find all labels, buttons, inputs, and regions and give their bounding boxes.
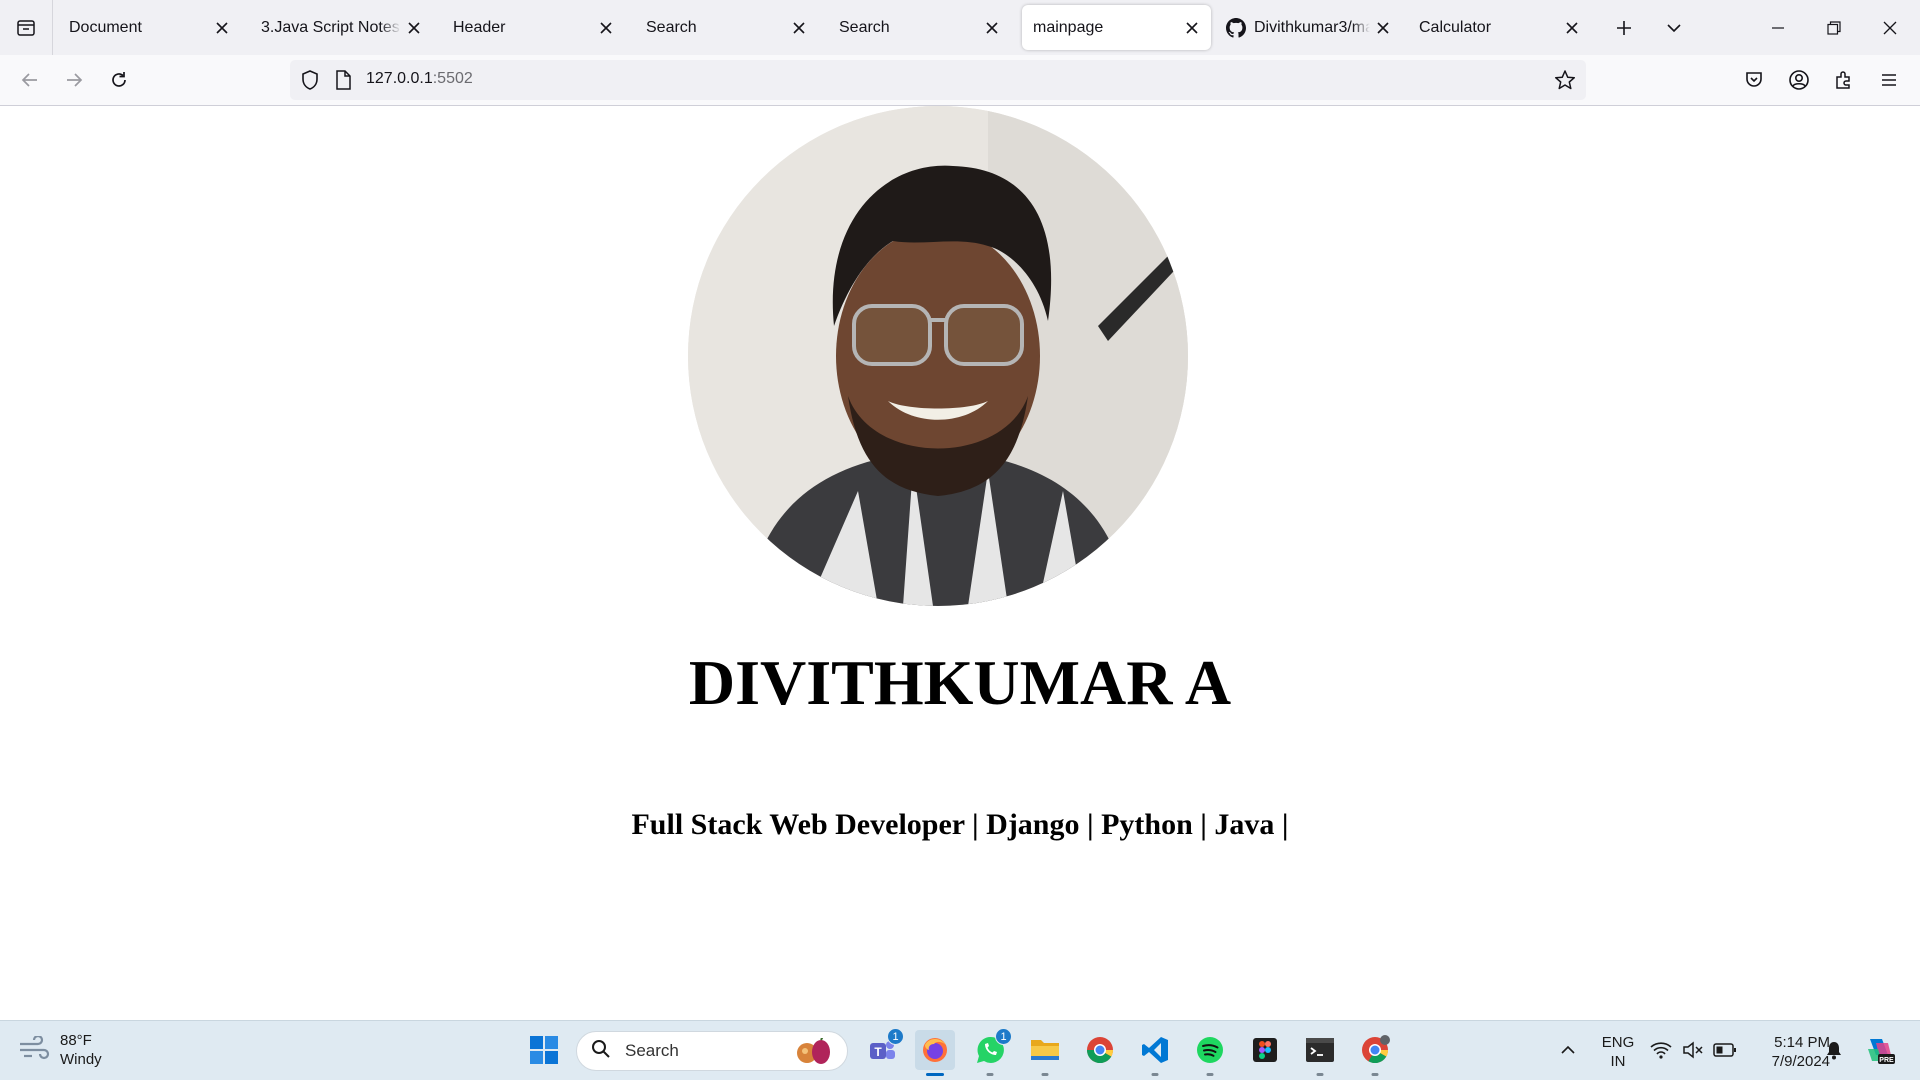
file-explorer-icon[interactable] <box>1025 1030 1065 1076</box>
bookmark-star-icon[interactable] <box>1554 69 1576 96</box>
chrome-profile-icon[interactable] <box>1355 1030 1395 1076</box>
firefox-icon[interactable] <box>915 1030 955 1076</box>
tab-mainpage[interactable]: mainpage <box>1022 5 1211 50</box>
tab-document[interactable]: Document <box>55 5 241 50</box>
url-bar[interactable]: 127.0.0.1:5502 <box>290 60 1586 100</box>
pocket-icon[interactable] <box>1737 63 1771 97</box>
figma-icon[interactable] <box>1245 1030 1285 1070</box>
restore-icon[interactable] <box>1806 0 1862 55</box>
search-highlight-icon <box>793 1035 833 1071</box>
vscode-icon[interactable] <box>1135 1030 1175 1076</box>
tab-label: Search <box>646 18 697 36</box>
language-indicator[interactable]: ENG IN <box>1594 1033 1642 1071</box>
tab-label: Document <box>69 18 142 36</box>
chevron-down-icon[interactable] <box>1658 12 1690 44</box>
taskbar-search-placeholder: Search <box>625 1041 679 1060</box>
volume-muted-icon[interactable] <box>1677 1030 1709 1070</box>
tab-search-2[interactable]: Search <box>825 5 1011 50</box>
running-indicator <box>1371 1073 1379 1076</box>
teams-icon[interactable]: T 1 <box>862 1028 904 1070</box>
whatsapp-icon[interactable]: 1 <box>970 1028 1012 1076</box>
tab-calculator[interactable]: Calculator <box>1405 5 1591 50</box>
svg-text:PRE: PRE <box>1879 1057 1894 1064</box>
account-icon[interactable] <box>1782 63 1816 97</box>
tab-github-repo[interactable]: Divithkumar3/mainpage <box>1216 5 1402 50</box>
notification-badge: 1 <box>995 1028 1012 1045</box>
page-icon[interactable] <box>334 70 352 95</box>
running-indicator <box>1041 1073 1049 1076</box>
notification-badge: 1 <box>887 1028 904 1045</box>
page-content: DIVITHKUMAR A Full Stack Web Developer |… <box>0 106 1920 1020</box>
close-icon[interactable] <box>979 15 1005 41</box>
language-region: IN <box>1610 1053 1626 1070</box>
new-tab-icon[interactable] <box>1608 12 1640 44</box>
tab-label: 3.Java Script Notes (2024) <box>261 18 401 36</box>
menu-icon[interactable] <box>1872 63 1906 97</box>
extensions-icon[interactable] <box>1827 63 1861 97</box>
navigation-toolbar: 127.0.0.1:5502 <box>0 55 1920 106</box>
forward-icon[interactable] <box>57 63 91 97</box>
minimize-icon[interactable] <box>1750 0 1806 55</box>
close-window-icon[interactable] <box>1862 0 1918 55</box>
language-code: ENG <box>1601 1034 1635 1051</box>
chrome-icon[interactable] <box>1080 1030 1120 1070</box>
weather-widget[interactable]: 88°F Windy <box>18 1031 102 1069</box>
shield-icon[interactable] <box>300 69 320 96</box>
battery-icon[interactable] <box>1709 1030 1741 1070</box>
github-icon <box>1226 17 1246 38</box>
windows-start-icon[interactable] <box>524 1030 564 1070</box>
weather-temp: 88°F <box>60 1032 92 1049</box>
copilot-icon[interactable]: PRE <box>1860 1030 1900 1070</box>
svg-text:T: T <box>874 1045 882 1059</box>
tab-label: Calculator <box>1419 18 1492 36</box>
close-icon[interactable] <box>1179 15 1205 41</box>
tab-search-1[interactable]: Search <box>632 5 818 50</box>
tab-label: Divithkumar3/mainpage <box>1254 18 1370 36</box>
running-indicator <box>1151 1073 1159 1076</box>
tab-strip: Document 3.Java Script Notes (2024) Head… <box>0 0 1920 55</box>
profile-photo <box>688 106 1188 606</box>
tab-javascript-notes[interactable]: 3.Java Script Notes (2024) <box>247 5 433 50</box>
running-indicator <box>1206 1073 1214 1076</box>
notification-bell-icon[interactable] <box>1816 1030 1852 1070</box>
running-indicator <box>1316 1073 1324 1076</box>
wind-icon <box>18 1034 50 1065</box>
tab-label: Search <box>839 18 890 36</box>
page-title: DIVITHKUMAR A <box>688 647 1232 718</box>
url-port: :5502 <box>432 70 473 87</box>
tab-label: Header <box>453 18 506 36</box>
taskbar: 88°F Windy Search T 1 1 ENG IN 5:14 PM 7… <box>0 1020 1920 1080</box>
weather-desc: Windy <box>60 1051 102 1068</box>
close-icon[interactable] <box>1370 15 1396 41</box>
search-icon <box>591 1039 611 1064</box>
close-icon[interactable] <box>786 15 812 41</box>
tab-header[interactable]: Header <box>439 5 625 50</box>
chevron-up-icon[interactable] <box>1548 1030 1588 1070</box>
close-icon[interactable] <box>593 15 619 41</box>
running-indicator <box>986 1073 994 1076</box>
close-icon[interactable] <box>401 15 427 41</box>
close-icon[interactable] <box>1559 15 1585 41</box>
close-icon[interactable] <box>209 15 235 41</box>
url-text[interactable]: 127.0.0.1:5502 <box>366 70 473 88</box>
running-indicator <box>926 1073 944 1076</box>
page-subtitle: Full Stack Web Developer | Django | Pyth… <box>631 808 1289 841</box>
tab-label: mainpage <box>1033 18 1104 36</box>
wifi-icon[interactable] <box>1645 1030 1677 1070</box>
url-host: 127.0.0.1 <box>366 70 433 87</box>
spotify-icon[interactable] <box>1190 1030 1230 1076</box>
terminal-icon[interactable] <box>1300 1030 1340 1076</box>
back-icon[interactable] <box>13 63 47 97</box>
tab-list-icon[interactable] <box>0 0 53 55</box>
taskbar-search-input[interactable]: Search <box>576 1031 848 1071</box>
reload-icon[interactable] <box>102 63 136 97</box>
